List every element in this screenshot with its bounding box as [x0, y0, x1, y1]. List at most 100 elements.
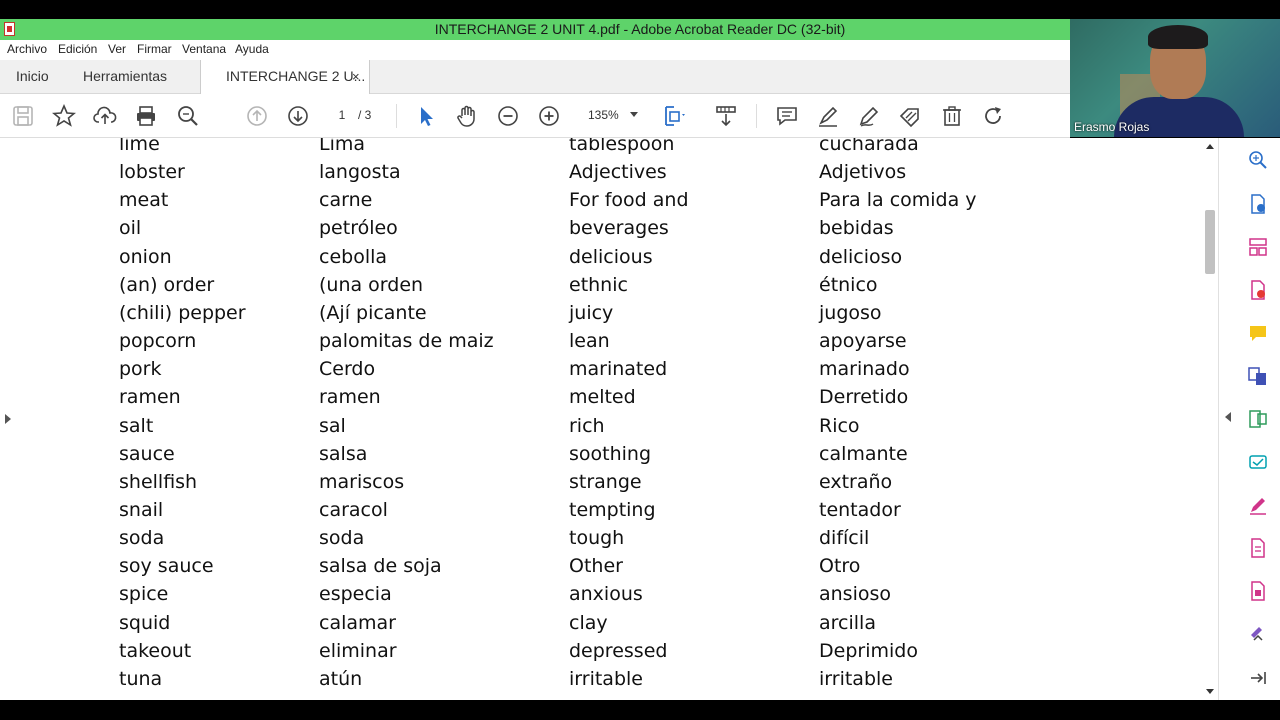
save-icon[interactable] — [11, 104, 35, 128]
spanish-term: irritable — [819, 667, 893, 690]
right-panel-collapse-icon[interactable] — [1225, 412, 1231, 422]
menu-ventana[interactable]: Ventana — [182, 42, 226, 56]
vertical-scrollbar[interactable] — [1202, 138, 1218, 700]
screen-bottom-border — [0, 700, 1280, 720]
tab-document-label: INTERCHANGE 2 U... — [226, 68, 366, 84]
english-word: meat — [119, 189, 169, 212]
page-down-icon[interactable] — [286, 104, 310, 128]
english-word: squid — [119, 611, 171, 634]
menu-ver[interactable]: Ver — [108, 42, 126, 56]
comment-tool-icon[interactable] — [1248, 323, 1268, 343]
hand-icon[interactable] — [455, 104, 479, 128]
page-up-icon[interactable] — [245, 104, 269, 128]
create-pdf-icon[interactable] — [1248, 280, 1268, 300]
table-row: soda soda tough difícil — [0, 527, 1200, 555]
combine-files-icon[interactable] — [1248, 366, 1268, 386]
spanish-word: sal — [319, 414, 346, 437]
english-word: ramen — [119, 386, 181, 409]
delete-icon[interactable] — [940, 104, 964, 128]
draw-icon[interactable] — [857, 104, 881, 128]
english-term: juicy — [569, 301, 614, 324]
document-view[interactable]: lime Lima tablespoon cucharada lobster langos… — [0, 138, 1218, 700]
select-cursor-icon[interactable] — [414, 104, 438, 128]
english-term: anxious — [569, 583, 643, 606]
rotate-icon[interactable] — [981, 104, 1005, 128]
english-term: tablespoon — [569, 138, 675, 155]
menu-firmar[interactable]: Firmar — [137, 42, 172, 56]
upload-icon[interactable] — [93, 104, 117, 128]
menu-ayuda[interactable]: Ayuda — [235, 42, 269, 56]
page-number-input[interactable]: 1 — [327, 102, 357, 128]
spanish-word: calamar — [319, 611, 396, 634]
star-icon[interactable] — [51, 103, 77, 128]
spanish-word: mariscos — [319, 470, 405, 493]
webcam-participant-name: Erasmo Rojas — [1074, 120, 1150, 134]
english-term: irritable — [569, 667, 643, 690]
table-row: meat carne For food and Para la comida y — [0, 189, 1200, 217]
spanish-term: extraño — [819, 470, 893, 493]
spanish-word: Lima — [319, 138, 366, 155]
scrollbar-thumb[interactable] — [1205, 210, 1215, 274]
spanish-term: calmante — [819, 442, 908, 465]
fill-sign-icon[interactable] — [1248, 495, 1268, 515]
menu-edicion[interactable]: Edición — [58, 42, 97, 56]
toolbar-separator — [396, 104, 397, 128]
menu-bar: Archivo Edición Ver Firmar Ventana Ayuda — [0, 40, 1070, 60]
tab-herramientas[interactable]: Herramientas — [83, 60, 167, 94]
table-row: takeout eliminar depressed Deprimido — [0, 640, 1200, 668]
spanish-term: Otro — [819, 555, 861, 578]
spanish-word: ramen — [319, 386, 381, 409]
scroll-mode-icon[interactable] — [714, 104, 738, 128]
edit-pdf-icon[interactable] — [1248, 538, 1268, 558]
spanish-term: arcilla — [819, 611, 876, 634]
spanish-word: petróleo — [319, 217, 398, 240]
scroll-up-icon[interactable] — [1206, 144, 1214, 149]
spanish-term: Adjetivos — [819, 161, 907, 184]
spanish-term: marinado — [819, 358, 910, 381]
spanish-term: cucharada — [819, 138, 919, 155]
tab-inicio[interactable]: Inicio — [16, 60, 49, 94]
export-pdf-icon[interactable] — [1248, 194, 1268, 214]
spanish-term: Deprimido — [819, 639, 918, 662]
tab-document[interactable]: INTERCHANGE 2 U... × — [200, 60, 370, 94]
spanish-term: tentador — [819, 498, 901, 521]
table-row: pork Cerdo marinated marinado — [0, 358, 1200, 386]
zoom-out-icon[interactable] — [496, 104, 520, 128]
english-word: shellfish — [119, 470, 198, 493]
fit-page-icon[interactable] — [662, 104, 686, 128]
spanish-word: eliminar — [319, 639, 397, 662]
compress-pdf-icon[interactable] — [1248, 409, 1268, 429]
collapse-panel-icon[interactable] — [1248, 668, 1268, 688]
zoom-dropdown-icon[interactable] — [630, 112, 638, 117]
spanish-term: apoyarse — [819, 330, 907, 353]
table-row: (an) order (una orden ethnic étnico — [0, 274, 1200, 302]
find-icon[interactable] — [1248, 150, 1268, 170]
highlight-pen-icon[interactable] — [816, 104, 840, 128]
sign-icon[interactable] — [898, 104, 922, 128]
zoom-in-icon[interactable] — [537, 104, 561, 128]
organize-pages-icon[interactable] — [1248, 237, 1268, 257]
tab-bar: Inicio Herramientas INTERCHANGE 2 U... × — [0, 60, 1070, 94]
spanish-word: palomitas de maiz — [319, 330, 494, 353]
scroll-down-icon[interactable] — [1206, 689, 1214, 694]
english-word: onion — [119, 245, 172, 268]
menu-archivo[interactable]: Archivo — [7, 42, 47, 56]
english-word: (an) order — [119, 273, 215, 296]
spanish-term: Rico — [819, 414, 860, 437]
english-term: delicious — [569, 245, 653, 268]
print-icon[interactable] — [134, 104, 158, 128]
protect-pdf-icon[interactable] — [1248, 581, 1268, 601]
spanish-term: bebidas — [819, 217, 894, 240]
spanish-word: (Ají picante — [319, 301, 427, 324]
search-icon[interactable] — [176, 104, 200, 128]
tab-close-icon[interactable]: × — [352, 60, 360, 93]
english-word: snail — [119, 498, 164, 521]
english-term: depressed — [569, 639, 668, 662]
table-row: lime Lima tablespoon cucharada — [0, 138, 1200, 161]
more-tools-pen-icon[interactable] — [1248, 622, 1268, 642]
spanish-term: Derretido — [819, 386, 909, 409]
title-bar: INTERCHANGE 2 UNIT 4.pdf - Adobe Acrobat… — [0, 19, 1070, 40]
comment-icon[interactable] — [775, 104, 799, 128]
page-total: / 3 — [358, 108, 372, 122]
send-for-review-icon[interactable] — [1248, 452, 1268, 472]
